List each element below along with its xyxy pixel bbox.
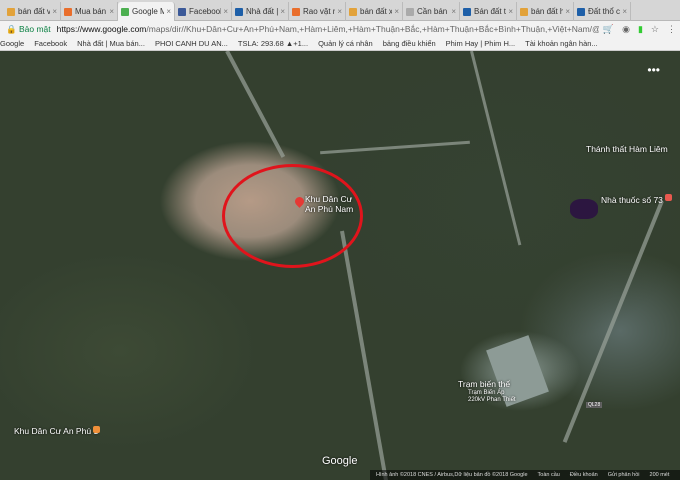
security-label: Bảo mật bbox=[18, 23, 51, 34]
place-icon[interactable] bbox=[93, 426, 100, 433]
place-label-thanh-that[interactable]: Thánh thất Hàm Liêm bbox=[586, 144, 668, 154]
favicon-icon bbox=[577, 7, 585, 16]
bookmark-item[interactable]: Google bbox=[0, 39, 24, 48]
scale-bar[interactable]: 200 mét bbox=[650, 472, 670, 478]
tab[interactable]: bán đất xã× bbox=[346, 2, 403, 21]
menu-icon[interactable]: ⋮ bbox=[667, 24, 676, 34]
close-tab-icon[interactable]: × bbox=[166, 7, 171, 16]
place-label-tram[interactable]: Trạm biến thế bbox=[458, 379, 510, 389]
more-options-icon[interactable]: ••• bbox=[647, 63, 660, 77]
tab-title: Mua bán nh bbox=[75, 7, 107, 16]
url-path: /maps/dir//Khu+Dân+Cư+An+Phú+Nam,+Hàm+Li… bbox=[146, 24, 599, 34]
secure-indicator[interactable]: 🔒 Bảo mật bbox=[6, 24, 51, 35]
pond bbox=[570, 199, 598, 219]
google-logo: Google bbox=[322, 455, 358, 467]
bookmark-item[interactable]: bảng điều khiển bbox=[383, 39, 436, 48]
bookmark-item[interactable]: Tài khoản ngân hàn... bbox=[525, 39, 598, 48]
favicon-icon bbox=[406, 7, 414, 16]
highlight-ellipse bbox=[222, 164, 363, 268]
close-tab-icon[interactable]: × bbox=[337, 7, 342, 16]
close-tab-icon[interactable]: × bbox=[451, 7, 456, 16]
url-field[interactable]: https://www.google.com/maps/dir//Khu+Dân… bbox=[57, 24, 599, 34]
bookmark-item[interactable]: Phim Hay | Phim H... bbox=[446, 39, 515, 48]
place-label-an-phu-1[interactable]: Khu Dân Cư An Phú 1 bbox=[14, 426, 98, 436]
close-tab-icon[interactable]: × bbox=[622, 7, 627, 16]
map-satellite-view[interactable]: Khu Dân Cư An Phú Nam Thánh thất Hàm Liê… bbox=[0, 51, 680, 480]
tab[interactable]: Google Ma× bbox=[118, 2, 175, 21]
bookmark-item[interactable]: PHOI CANH DU AN... bbox=[155, 39, 228, 48]
favicon-icon bbox=[178, 7, 186, 16]
place-label-tram-sub: Trạm Biến Áp 220kV Phan Thiết bbox=[468, 390, 516, 403]
favicon-icon bbox=[235, 7, 243, 16]
pharmacy-icon[interactable] bbox=[665, 194, 672, 201]
tab-bar: bán đất vĩ×Mua bán nh×Google Ma×Facebook… bbox=[0, 0, 680, 21]
star-icon[interactable]: ☆ bbox=[651, 24, 659, 34]
close-tab-icon[interactable]: × bbox=[52, 7, 57, 16]
terms-link[interactable]: Điều khoản bbox=[570, 472, 598, 478]
bookmark-item[interactable]: Facebook bbox=[34, 39, 67, 48]
tab-title: Cần bán đấ bbox=[417, 7, 449, 16]
tab-title: Facebook bbox=[189, 7, 222, 16]
tab-title: Rao vặt nh bbox=[303, 7, 335, 16]
tab-title: Bán đất thổ bbox=[474, 7, 507, 16]
tab[interactable]: bán đất hà× bbox=[517, 2, 574, 21]
road-shield: QL28 bbox=[586, 402, 603, 408]
extension-icon[interactable]: ▮ bbox=[638, 24, 643, 34]
tab[interactable]: bán đất vĩ × bbox=[4, 2, 61, 21]
favicon-icon bbox=[463, 7, 471, 16]
close-tab-icon[interactable]: × bbox=[394, 7, 399, 16]
tab[interactable]: Rao vặt nh× bbox=[289, 2, 346, 21]
tab[interactable]: Facebook × bbox=[175, 2, 232, 21]
bookmark-item[interactable]: TSLA: 293.68 ▲+1... bbox=[238, 39, 308, 48]
bookmark-item[interactable]: Quản lý cá nhân bbox=[318, 39, 373, 48]
tab-title: Google Ma bbox=[132, 7, 164, 16]
favicon-icon bbox=[121, 7, 129, 16]
favicon-icon bbox=[64, 7, 72, 16]
location-icon[interactable]: ◉ bbox=[622, 24, 630, 34]
global-link[interactable]: Toàn cầu bbox=[538, 472, 560, 478]
close-tab-icon[interactable]: × bbox=[508, 7, 513, 16]
tab-title: bán đất vĩ bbox=[18, 7, 51, 16]
tab[interactable]: Mua bán nh× bbox=[61, 2, 118, 21]
place-label-nha-thuoc[interactable]: Nhà thuốc số 73 bbox=[601, 195, 663, 205]
map-footer: Hình ảnh ©2018 CNES / Airbus,Dữ liệu bản… bbox=[370, 470, 680, 480]
address-bar[interactable]: 🔒 Bảo mật https://www.google.com/maps/di… bbox=[0, 21, 680, 37]
tab[interactable]: Bán đất thổ× bbox=[460, 2, 517, 21]
favicon-icon bbox=[7, 7, 15, 16]
bookmarks-bar: Google Facebook Nhà đất | Mua bán... PHOI C… bbox=[0, 37, 680, 51]
place-label-main[interactable]: Khu Dân Cư An Phú Nam bbox=[305, 194, 353, 214]
url-host: https://www.google.com bbox=[56, 24, 147, 34]
tab-title: bán đất hà bbox=[531, 7, 563, 16]
tab-title: bán đất xã bbox=[360, 7, 392, 16]
favicon-icon bbox=[520, 7, 528, 16]
tab-title: Đất thổ cư bbox=[588, 7, 621, 16]
close-tab-icon[interactable]: × bbox=[109, 7, 114, 16]
cart-extension-icon[interactable]: 🛒 bbox=[603, 24, 614, 34]
close-tab-icon[interactable]: × bbox=[223, 7, 228, 16]
close-tab-icon[interactable]: × bbox=[280, 7, 285, 16]
favicon-icon bbox=[349, 7, 357, 16]
tab[interactable]: Cần bán đấ× bbox=[403, 2, 460, 21]
feedback-link[interactable]: Gửi phản hồi bbox=[608, 472, 640, 478]
attribution: Hình ảnh ©2018 CNES / Airbus,Dữ liệu bản… bbox=[376, 472, 528, 478]
tab[interactable]: Đất thổ cư× bbox=[574, 2, 631, 21]
bookmark-item[interactable]: Nhà đất | Mua bán... bbox=[77, 39, 145, 48]
close-tab-icon[interactable]: × bbox=[565, 7, 570, 16]
tab-title: Nhà đất | N bbox=[246, 7, 279, 16]
tab[interactable]: Nhà đất | N× bbox=[232, 2, 289, 21]
favicon-icon bbox=[292, 7, 300, 16]
